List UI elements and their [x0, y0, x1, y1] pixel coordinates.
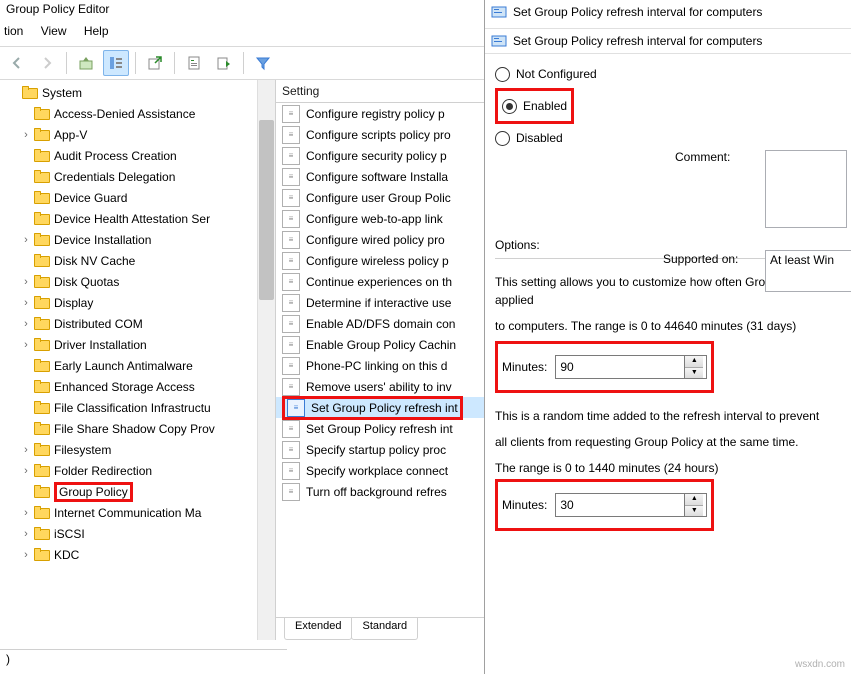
toolbar-export-icon[interactable]: [142, 50, 168, 76]
menu-help[interactable]: Help: [84, 24, 109, 38]
minutes-spinner-2[interactable]: ▲▼: [555, 493, 707, 517]
tree-item[interactable]: ›Internet Communication Ma: [0, 502, 275, 523]
setting-item[interactable]: ≡Enable Group Policy Cachin: [276, 334, 486, 355]
radio-enabled[interactable]: Enabled: [502, 94, 567, 118]
tree-item[interactable]: Device Guard: [0, 187, 275, 208]
setting-item[interactable]: ≡Set Group Policy refresh int: [276, 397, 486, 418]
policy-icon: [491, 4, 507, 20]
settings-pane: Setting ≡Configure registry policy p≡Con…: [276, 80, 487, 640]
tree-item[interactable]: Access-Denied Assistance: [0, 103, 275, 124]
tree-item[interactable]: Audit Process Creation: [0, 145, 275, 166]
setting-item[interactable]: ≡Configure scripts policy pro: [276, 124, 486, 145]
comment-label: Comment:: [675, 150, 730, 164]
tree-item[interactable]: ›iSCSI: [0, 523, 275, 544]
setting-item[interactable]: ≡Remove users' ability to inv: [276, 376, 486, 397]
options-desc: This is a random time added to the refre…: [495, 407, 841, 425]
policy-dialog: Set Group Policy refresh interval for co…: [484, 0, 851, 674]
dialog-heading: Set Group Policy refresh interval for co…: [485, 28, 851, 54]
tree-item[interactable]: ›Disk Quotas: [0, 271, 275, 292]
setting-item[interactable]: ≡Configure software Installa: [276, 166, 486, 187]
setting-item[interactable]: ≡Configure security policy p: [276, 145, 486, 166]
toolbar-run-icon[interactable]: [211, 50, 237, 76]
menu-action[interactable]: tion: [4, 24, 23, 38]
watermark: wsxdn.com: [795, 659, 845, 670]
supported-text: At least Win: [765, 250, 851, 292]
radio-icon: [495, 67, 510, 82]
spin-down-icon[interactable]: ▼: [685, 506, 703, 517]
policy-icon: [491, 33, 507, 49]
toolbar-up-icon[interactable]: [73, 50, 99, 76]
minutes-spinner-1[interactable]: ▲▼: [555, 355, 707, 379]
tree-item[interactable]: Disk NV Cache: [0, 250, 275, 271]
settings-header: Setting: [276, 80, 486, 103]
tree-item[interactable]: File Classification Infrastructu: [0, 397, 275, 418]
tree-item[interactable]: Credentials Delegation: [0, 166, 275, 187]
options-desc: to computers. The range is 0 to 44640 mi…: [495, 317, 841, 335]
tree-item[interactable]: ›KDC: [0, 544, 275, 565]
tree-item[interactable]: ›App-V: [0, 124, 275, 145]
toolbar-filter-icon[interactable]: [250, 50, 276, 76]
setting-item[interactable]: ≡Configure user Group Polic: [276, 187, 486, 208]
tree-pane: SystemAccess-Denied Assistance›App-VAudi…: [0, 80, 276, 640]
dialog-titlebar: Set Group Policy refresh interval for co…: [485, 0, 851, 24]
status-bar: ): [0, 649, 287, 674]
spin-down-icon[interactable]: ▼: [685, 368, 703, 379]
setting-item[interactable]: ≡Determine if interactive use: [276, 292, 486, 313]
tree-item[interactable]: File Share Shadow Copy Prov: [0, 418, 275, 439]
spin-up-icon[interactable]: ▲: [685, 494, 703, 506]
toolbar-details-icon[interactable]: [103, 50, 129, 76]
tree-item[interactable]: Enhanced Storage Access: [0, 376, 275, 397]
setting-item[interactable]: ≡Continue experiences on th: [276, 271, 486, 292]
setting-item[interactable]: ≡Specify startup policy proc: [276, 439, 486, 460]
tree-item[interactable]: ›Driver Installation: [0, 334, 275, 355]
tree-item[interactable]: ›Folder Redirection: [0, 460, 275, 481]
setting-item[interactable]: ≡Phone-PC linking on this d: [276, 355, 486, 376]
setting-item[interactable]: ≡Specify workplace connect: [276, 460, 486, 481]
menu-view[interactable]: View: [41, 24, 67, 38]
setting-item[interactable]: ≡Configure web-to-app link: [276, 208, 486, 229]
radio-disabled[interactable]: Disabled: [495, 126, 841, 150]
tree-item[interactable]: Device Health Attestation Ser: [0, 208, 275, 229]
options-desc: all clients from requesting Group Policy…: [495, 433, 841, 451]
minutes-input-1[interactable]: [556, 360, 684, 374]
radio-icon: [495, 131, 510, 146]
setting-item[interactable]: ≡Configure wired policy pro: [276, 229, 486, 250]
minutes-label: Minutes:: [502, 358, 547, 376]
toolbar-properties-icon[interactable]: [181, 50, 207, 76]
setting-item[interactable]: ≡Configure wireless policy p: [276, 250, 486, 271]
radio-icon: [502, 99, 517, 114]
tree-item[interactable]: ›Device Installation: [0, 229, 275, 250]
radio-not-configured[interactable]: Not Configured: [495, 62, 841, 86]
tree-scrollbar[interactable]: [257, 80, 275, 640]
supported-label: Supported on:: [663, 252, 738, 266]
setting-item[interactable]: ≡Set Group Policy refresh int: [276, 418, 486, 439]
setting-item[interactable]: ≡Turn off background refres: [276, 481, 486, 502]
tree-root[interactable]: System: [0, 82, 275, 103]
toolbar-forward-icon[interactable]: [34, 50, 60, 76]
tree-item[interactable]: Early Launch Antimalware: [0, 355, 275, 376]
options-desc: The range is 0 to 1440 minutes (24 hours…: [495, 459, 841, 477]
tree-item[interactable]: ›Filesystem: [0, 439, 275, 460]
toolbar-back-icon[interactable]: [4, 50, 30, 76]
tree-item[interactable]: ›Distributed COM: [0, 313, 275, 334]
tree-item[interactable]: ›Display: [0, 292, 275, 313]
setting-item[interactable]: ≡Enable AD/DFS domain con: [276, 313, 486, 334]
minutes-label: Minutes:: [502, 496, 547, 514]
tree-item[interactable]: Group Policy: [0, 481, 275, 502]
tab-standard[interactable]: Standard: [351, 618, 418, 640]
minutes-input-2[interactable]: [556, 498, 684, 512]
tab-extended[interactable]: Extended: [284, 618, 352, 640]
spin-up-icon[interactable]: ▲: [685, 356, 703, 368]
setting-item[interactable]: ≡Configure registry policy p: [276, 103, 486, 124]
comment-textarea[interactable]: [765, 150, 847, 228]
